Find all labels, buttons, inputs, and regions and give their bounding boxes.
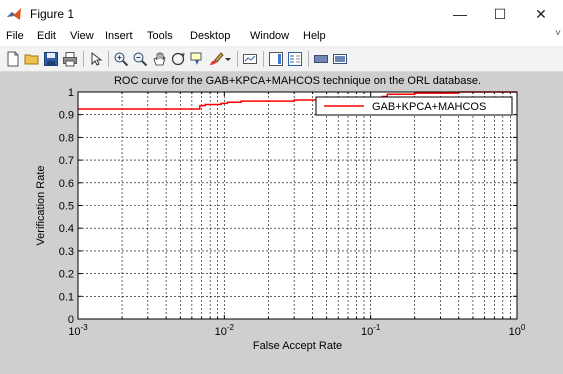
toolbar-separator: [263, 51, 264, 67]
figure-window: Figure 1 — ☐ ✕ File Edit View Insert Too…: [0, 0, 563, 374]
link-plot-icon[interactable]: [242, 51, 258, 67]
toolbar-separator: [308, 51, 309, 67]
toolbar-separator: [83, 51, 84, 67]
toolbar-separator: [237, 51, 238, 67]
menu-help[interactable]: Help: [303, 30, 326, 42]
legend[interactable]: GAB+KPCA+MAHCOS: [315, 96, 513, 116]
y-tick-label: 0.4: [59, 223, 74, 235]
rotate-3d-icon[interactable]: [170, 51, 186, 67]
x-tick-label: 10-2: [215, 323, 235, 338]
show-plot-tools-icon[interactable]: [332, 51, 348, 67]
y-tick-label: 0.3: [59, 246, 74, 258]
figure-canvas: ROC curve for the GAB+KPCA+MAHCOS techni…: [0, 72, 563, 374]
toolbar-separator: [108, 51, 109, 67]
x-axis-label: False Accept Rate: [253, 340, 342, 352]
y-axis-label: Verification Rate: [35, 165, 47, 245]
menu-insert[interactable]: Insert: [105, 30, 133, 42]
brush-icon[interactable]: [208, 51, 224, 67]
menu-file[interactable]: File: [6, 30, 24, 42]
x-tick-label: 10-1: [361, 323, 381, 338]
x-tick-label: 10-3: [68, 323, 88, 338]
data-cursor-icon[interactable]: [189, 51, 205, 67]
y-tick-label: 0.8: [59, 132, 74, 144]
title-bar[interactable]: Figure 1 — ☐ ✕: [0, 0, 563, 28]
y-tick-label: 0.1: [59, 291, 74, 303]
y-tick-label: 0.5: [59, 201, 74, 213]
legend-entry-label: GAB+KPCA+MAHCOS: [372, 101, 486, 113]
save-icon[interactable]: [43, 51, 59, 67]
print-icon[interactable]: [62, 51, 78, 67]
new-figure-icon[interactable]: [5, 51, 21, 67]
y-tick-label: 0.2: [59, 269, 74, 281]
x-tick-label: 100: [509, 323, 526, 338]
y-tick-labels: 0 0.1 0.2 0.3 0.4 0.5 0.6 0.7 0.8 0.9 1: [59, 87, 74, 326]
matlab-logo-icon: [7, 8, 21, 20]
menu-edit[interactable]: Edit: [37, 30, 56, 42]
brush-dropdown-icon[interactable]: [224, 51, 232, 67]
maximize-button[interactable]: ☐: [480, 2, 520, 26]
y-tick-label: 0.9: [59, 110, 74, 122]
y-tick-label: 0.7: [59, 155, 74, 167]
open-file-icon[interactable]: [24, 51, 40, 67]
close-button[interactable]: ✕: [521, 2, 561, 26]
figure-toolbar: [0, 47, 563, 72]
menu-bar: File Edit View Insert Tools Desktop Wind…: [0, 28, 563, 46]
menu-desktop[interactable]: Desktop: [190, 30, 230, 42]
menu-window[interactable]: Window: [250, 30, 289, 42]
roc-chart: ROC curve for the GAB+KPCA+MAHCOS techni…: [35, 75, 526, 352]
menu-tools[interactable]: Tools: [147, 30, 173, 42]
menu-view[interactable]: View: [70, 30, 94, 42]
minimize-button[interactable]: —: [440, 2, 480, 26]
menu-overflow-icon[interactable]: ˅: [555, 28, 561, 39]
y-tick-label: 0.6: [59, 178, 74, 190]
zoom-out-icon[interactable]: [132, 51, 148, 67]
colorbar-icon[interactable]: [268, 51, 284, 67]
pan-icon[interactable]: [151, 51, 167, 67]
hide-plot-tools-icon[interactable]: [313, 51, 329, 67]
x-tick-labels: 10-3 10-2 10-1 100: [68, 323, 526, 338]
y-tick-label: 1: [68, 87, 74, 99]
legend-icon[interactable]: [287, 51, 303, 67]
pointer-icon[interactable]: [88, 51, 104, 67]
window-title: Figure 1: [30, 7, 75, 21]
y-tick-label: 0: [68, 314, 74, 326]
zoom-in-icon[interactable]: [113, 51, 129, 67]
chart-title: ROC curve for the GAB+KPCA+MAHCOS techni…: [114, 75, 481, 87]
